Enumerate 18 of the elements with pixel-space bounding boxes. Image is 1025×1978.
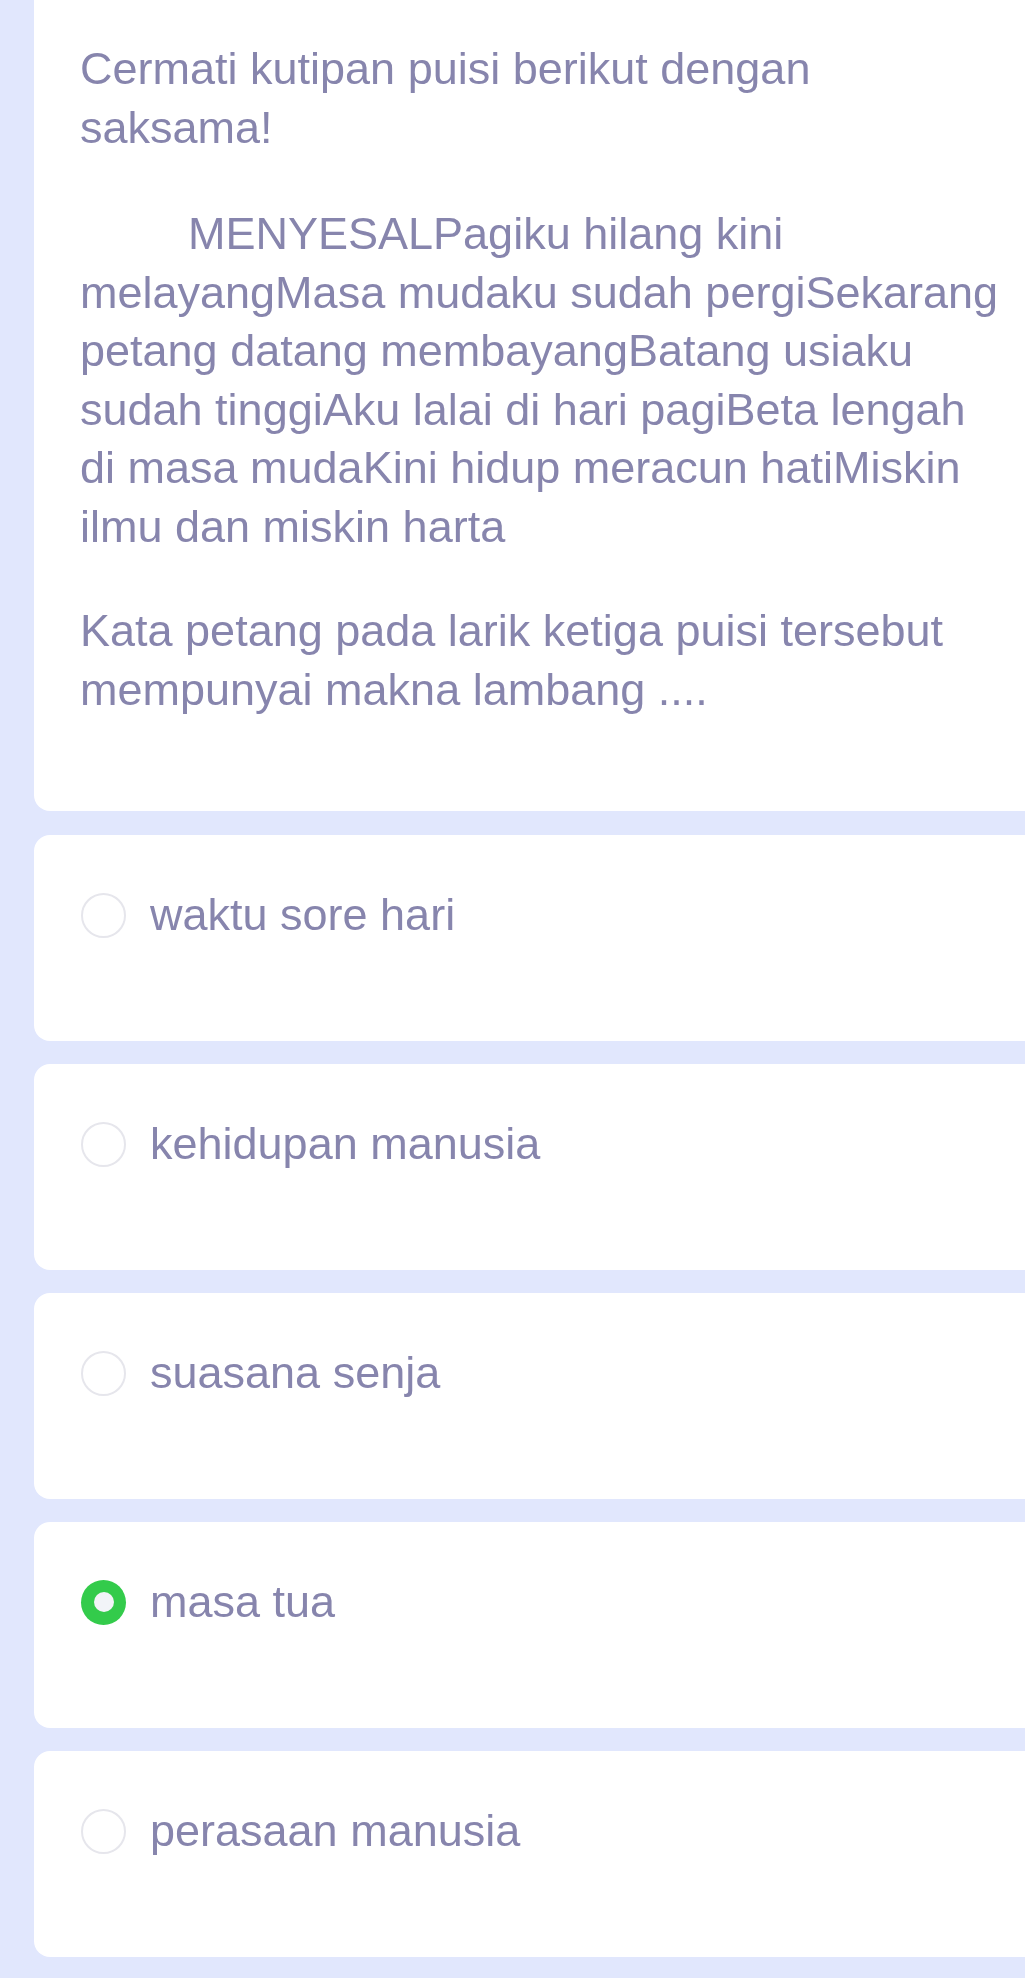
option-label: waktu sore hari [150,887,456,942]
option-label: perasaan manusia [150,1803,521,1858]
poem-text: MENYESALPagiku hilang kini melayangMasa mudaku sudah pergiSekarang petang datang membayangBatang usiaku sudah tinggiAku lalai di hari pagiBeta lengah di masa mudaKini hidup meracun hatiMiskin ilmu dan miskin harta [80,207,1000,554]
instruction-text: Cermati kutipan puisi berikut dengan saksama! [80,42,812,155]
option-card[interactable]: kehidupan manusia [34,1064,1025,1270]
radio-button[interactable] [81,1121,126,1167]
option-label: suasana senja [150,1345,441,1400]
option-card[interactable]: waktu sore hari [34,835,1025,1041]
radio-button[interactable] [81,1350,126,1396]
radio-button[interactable] [81,1579,126,1625]
question-text: Kata petang pada larik ketiga puisi tersebut mempunyai makna lambang .... [80,604,945,717]
option-card[interactable]: perasaan manusia [34,1751,1025,1957]
option-card[interactable]: masa tua [34,1522,1025,1728]
option-label: kehidupan manusia [150,1116,541,1171]
option-label: masa tua [150,1574,336,1629]
radio-button[interactable] [81,1808,126,1854]
option-card[interactable]: suasana senja [34,1293,1025,1499]
radio-button[interactable] [81,892,126,938]
